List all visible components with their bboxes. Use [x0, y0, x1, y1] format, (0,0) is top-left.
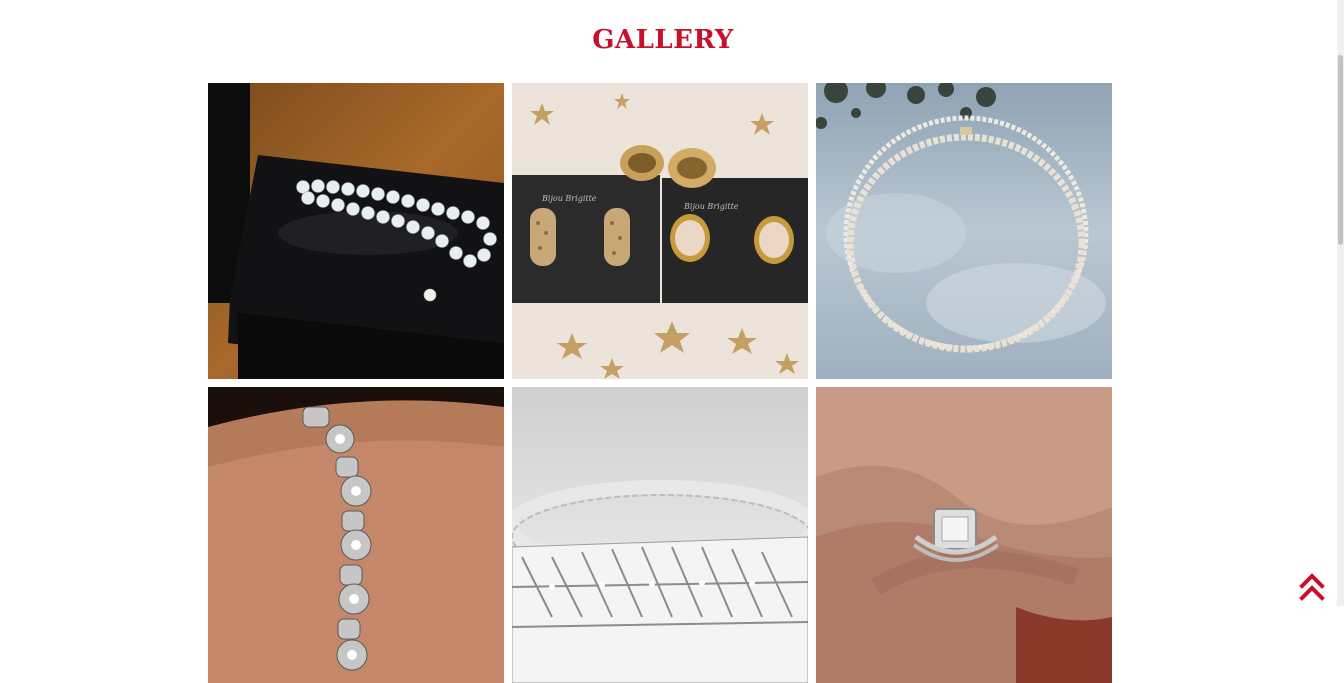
gallery-item-silver-bracelet[interactable] [208, 387, 504, 683]
crystal-bracelet-image [512, 387, 808, 683]
gallery-item-diamond-ring[interactable] [816, 387, 1112, 683]
pearl-necklace-image [816, 83, 1112, 379]
gallery-item-pearl-necklace[interactable] [816, 83, 1112, 379]
gallery-title: GALLERY [592, 25, 734, 56]
silver-bracelet-image [208, 387, 504, 683]
gallery-grid: Bijou Brigitte Bijou Brigitte [208, 83, 1112, 683]
vertical-scrollbar[interactable] [1337, 0, 1344, 606]
back-to-top-button[interactable] [1299, 572, 1325, 602]
diamond-ring-image [816, 387, 1112, 683]
scrollbar-thumb[interactable] [1338, 55, 1343, 245]
gallery-item-pearl-bracelet[interactable] [208, 83, 504, 379]
double-chevron-up-icon [1299, 573, 1325, 601]
gallery-item-earrings[interactable]: Bijou Brigitte Bijou Brigitte [512, 83, 808, 379]
earrings-image: Bijou Brigitte Bijou Brigitte [512, 83, 808, 379]
gallery-item-crystal-bracelet[interactable] [512, 387, 808, 683]
earring-card-brand-2: Bijou Brigitte [683, 202, 739, 211]
earring-card-brand: Bijou Brigitte [541, 194, 597, 203]
pearl-bracelet-image [208, 83, 504, 379]
